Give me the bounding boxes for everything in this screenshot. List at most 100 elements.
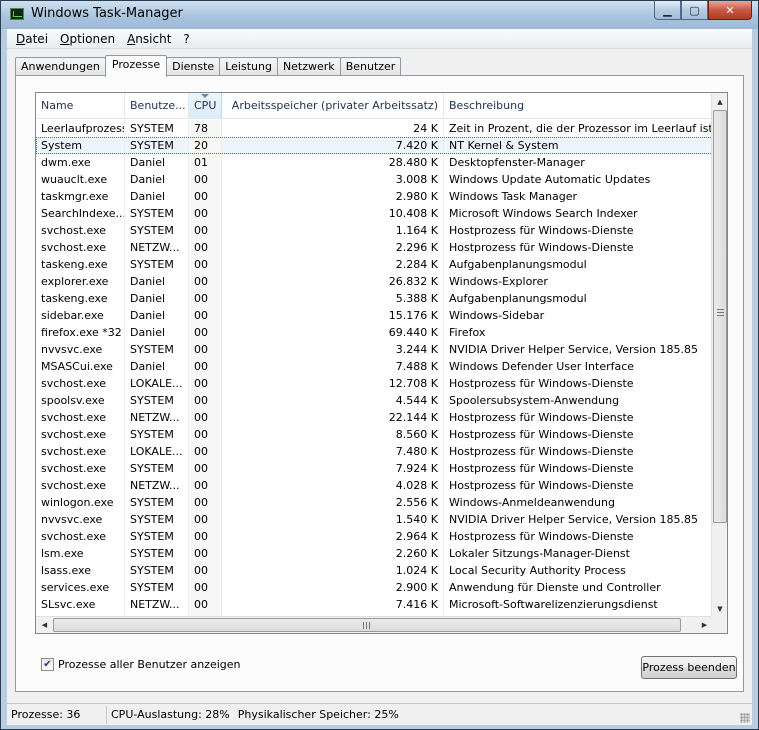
minimize-button[interactable]: ▁ — [654, 1, 681, 20]
process-name-cell: winlogon.exe — [36, 494, 125, 511]
tab-dienste[interactable]: Dienste — [166, 57, 221, 76]
scroll-left-icon[interactable]: ◀ — [36, 617, 53, 633]
column-header-memory[interactable]: Arbeitsspeicher (privater Arbeitssatz) — [222, 93, 444, 119]
process-memory-cell: 1.024 K — [222, 562, 444, 579]
resize-grip-icon[interactable] — [740, 713, 750, 723]
horizontal-scroll-thumb[interactable] — [53, 618, 681, 632]
table-row[interactable]: wuauclt.exe Daniel 00 3.008 K Windows Update… — [36, 171, 713, 188]
process-name-cell: firefox.exe *32 — [36, 324, 125, 341]
show-all-users-checkbox[interactable]: ✔ — [41, 658, 54, 671]
process-user-cell: SYSTEM — [125, 256, 189, 273]
process-cpu-cell: 00 — [189, 528, 222, 545]
vertical-scroll-thumb[interactable] — [713, 110, 727, 523]
process-user-cell: SYSTEM — [125, 205, 189, 222]
table-row[interactable]: sidebar.exe Daniel 00 15.176 K Windows-Sideb… — [36, 307, 713, 324]
tab-anwendungen[interactable]: Anwendungen — [15, 57, 106, 76]
table-row[interactable]: taskeng.exe SYSTEM 00 2.284 K Aufgabenplanun… — [36, 256, 713, 273]
table-row[interactable]: svchost.exe NETZW... 00 4.028 K Hostprozess … — [36, 477, 713, 494]
process-cpu-cell: 00 — [189, 477, 222, 494]
process-user-cell: SYSTEM — [125, 341, 189, 358]
process-cpu-cell: 00 — [189, 409, 222, 426]
process-memory-cell: 3.008 K — [222, 171, 444, 188]
process-description-cell: NVIDIA Driver Helper Service, Version 18… — [449, 343, 699, 356]
process-name-cell: svchost.exe — [36, 222, 125, 239]
process-user-cell: Daniel — [125, 154, 189, 171]
process-memory-cell: 3.244 K — [222, 341, 444, 358]
column-header-user[interactable]: Benutze... — [125, 93, 189, 119]
table-row[interactable]: System SYSTEM 20 7.420 K NT Kernel & System — [36, 137, 713, 154]
table-row[interactable]: winlogon.exe SYSTEM 00 2.556 K Windows-Anmel… — [36, 494, 713, 511]
menu-help[interactable]: ? — [177, 32, 195, 46]
process-memory-cell: 5.388 K — [222, 290, 444, 307]
menu-bar: Datei Optionen Ansicht ? — [7, 29, 752, 49]
close-button[interactable]: ✕ — [708, 1, 752, 20]
process-user-cell: SYSTEM — [125, 579, 189, 596]
process-memory-cell: 2.296 K — [222, 239, 444, 256]
table-row[interactable]: explorer.exe Daniel 00 26.832 K Windows-Expl… — [36, 273, 713, 290]
table-row[interactable]: spoolsv.exe SYSTEM 00 4.544 K Spoolersubsyst… — [36, 392, 713, 409]
table-row[interactable]: svchost.exe SYSTEM 00 8.560 K Hostprozess fü… — [36, 426, 713, 443]
process-user-cell: SYSTEM — [125, 494, 189, 511]
table-row[interactable]: SearchIndexe... SYSTEM 00 10.408 K Microsoft… — [36, 205, 713, 222]
process-description-cell: Hostprozess für Windows-Dienste — [449, 224, 634, 237]
process-memory-cell: 69.440 K — [222, 324, 444, 341]
maximize-button[interactable]: ▢ — [681, 1, 708, 20]
menu-ansicht[interactable]: Ansicht — [121, 32, 177, 46]
table-row[interactable]: nvvsvc.exe SYSTEM 00 1.540 K NVIDIA Driver H… — [36, 511, 713, 528]
table-row[interactable]: svchost.exe NETZW... 00 2.296 K Hostprozess … — [36, 239, 713, 256]
process-name-cell: svchost.exe — [36, 239, 125, 256]
process-memory-cell: 2.964 K — [222, 528, 444, 545]
tab-netzwerk[interactable]: Netzwerk — [276, 57, 341, 76]
menu-datei[interactable]: Datei — [10, 32, 54, 46]
process-description-cell: NT Kernel & System — [449, 139, 559, 152]
table-row[interactable]: firefox.exe *32 Daniel 00 69.440 K Firefox — [36, 324, 713, 341]
column-header-name[interactable]: Name — [36, 93, 125, 119]
table-row[interactable]: lsm.exe SYSTEM 00 2.260 K Lokaler Sitzungs-M… — [36, 545, 713, 562]
process-memory-cell: 2.900 K — [222, 579, 444, 596]
process-user-cell: SYSTEM — [125, 511, 189, 528]
table-row[interactable]: lsass.exe SYSTEM 00 1.024 K Local Security A… — [36, 562, 713, 579]
process-cpu-cell: 00 — [189, 562, 222, 579]
process-description-cell: Desktopfenster-Manager — [449, 156, 585, 169]
process-cpu-cell: 00 — [189, 273, 222, 290]
process-user-cell: SYSTEM — [125, 120, 189, 137]
table-row[interactable]: svchost.exe NETZW... 00 22.144 K Hostprozess… — [36, 409, 713, 426]
title-bar[interactable]: Windows Task-Manager ▁ ▢ ✕ — [1, 1, 758, 29]
process-cpu-cell: 00 — [189, 239, 222, 256]
table-row[interactable]: dwm.exe Daniel 01 28.480 K Desktopfenster-Ma… — [36, 154, 713, 171]
process-description-cell: Microsoft-Softwarelizenzierungsdienst — [449, 598, 658, 611]
table-row[interactable]: svchost.exe LOKALE... 00 12.708 K Hostprozes… — [36, 375, 713, 392]
table-row[interactable]: svchost.exe LOKALE... 00 7.480 K Hostprozess… — [36, 443, 713, 460]
table-row[interactable]: taskmgr.exe Daniel 00 2.980 K Windows Task M… — [36, 188, 713, 205]
menu-optionen[interactable]: Optionen — [54, 32, 121, 46]
horizontal-scrollbar[interactable]: ◀ ▶ — [36, 616, 713, 633]
show-all-users-option[interactable]: ✔ Prozesse aller Benutzer anzeigen — [41, 658, 241, 671]
status-cpu-usage: CPU-Auslastung: 28% — [111, 707, 230, 721]
scroll-up-icon[interactable]: ▲ — [712, 93, 727, 110]
table-row[interactable]: nvvsvc.exe SYSTEM 00 3.244 K NVIDIA Driver H… — [36, 341, 713, 358]
process-user-cell: LOKALE... — [125, 443, 189, 460]
table-row[interactable]: taskeng.exe Daniel 00 5.388 K Aufgabenplanun… — [36, 290, 713, 307]
process-cpu-cell: 00 — [189, 205, 222, 222]
tab-leistung[interactable]: Leistung — [219, 57, 278, 76]
tab-prozesse[interactable]: Prozesse — [104, 55, 168, 77]
vertical-scrollbar[interactable]: ▲ ▼ — [711, 93, 727, 617]
process-memory-cell: 22.144 K — [222, 409, 444, 426]
scroll-down-icon[interactable]: ▼ — [712, 600, 727, 617]
process-name-cell: svchost.exe — [36, 375, 125, 392]
end-process-button[interactable]: Prozess beenden — [641, 656, 737, 679]
table-row[interactable]: svchost.exe SYSTEM 00 2.964 K Hostprozess fü… — [36, 528, 713, 545]
process-name-cell: Leerlaufprozess — [36, 120, 125, 137]
process-list[interactable]: Name Benutze... CPU Arbeitsspeicher (pri… — [35, 92, 728, 634]
column-header-description[interactable]: Beschreibung — [444, 93, 713, 119]
process-cpu-cell: 00 — [189, 460, 222, 477]
column-header-cpu[interactable]: CPU — [189, 93, 222, 119]
table-row[interactable]: svchost.exe SYSTEM 00 1.164 K Hostprozess fü… — [36, 222, 713, 239]
process-name-cell: SearchIndexe... — [36, 205, 125, 222]
table-row[interactable]: SLsvc.exe NETZW... 00 7.416 K Microsoft-Soft… — [36, 596, 713, 613]
tab-benutzer[interactable]: Benutzer — [339, 57, 402, 76]
table-row[interactable]: Leerlaufprozess SYSTEM 78 24 K Zeit in Proze… — [36, 120, 713, 137]
table-row[interactable]: MSASCui.exe Daniel 00 7.488 K Windows Defend… — [36, 358, 713, 375]
table-row[interactable]: svchost.exe SYSTEM 00 7.924 K Hostprozess fü… — [36, 460, 713, 477]
table-row[interactable]: services.exe SYSTEM 00 2.900 K Anwendung für… — [36, 579, 713, 596]
